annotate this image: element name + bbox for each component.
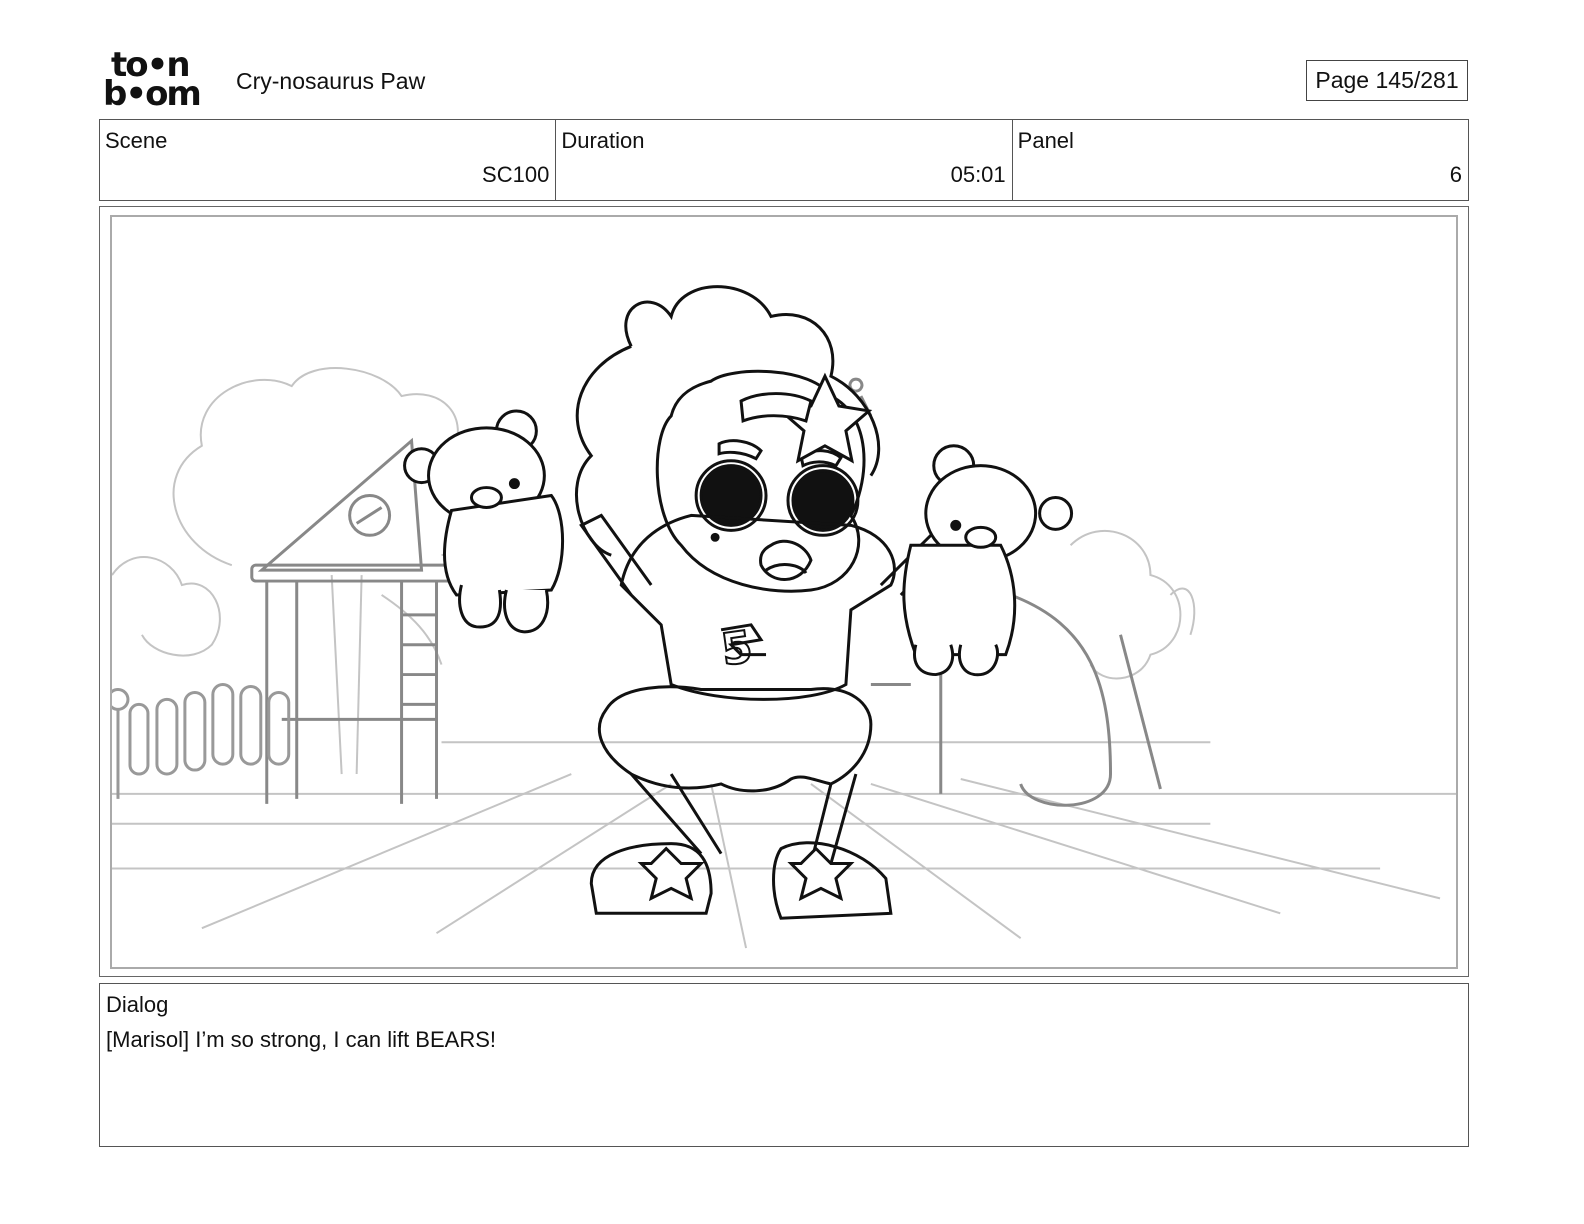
dialog-box: Dialog [Marisol] I’m so strong, I can li…	[99, 983, 1469, 1147]
storyboard-panel-drawing: 5	[110, 215, 1458, 969]
left-teddy-bear	[403, 409, 564, 634]
scene-cell: Scene SC100	[100, 120, 557, 200]
toonboom-logo: to•n b•om	[103, 48, 215, 114]
duration-label: Duration	[561, 128, 645, 153]
dialog-label: Dialog	[106, 992, 169, 1017]
duration-cell: Duration 05:01	[556, 120, 1013, 200]
project-title: Cry-nosaurus Paw	[236, 68, 426, 94]
duration-value: 05:01	[950, 162, 1006, 187]
dialog-text: [Marisol] I’m so strong, I can lift BEAR…	[106, 1027, 497, 1052]
panel-sketch: 5	[112, 285, 1456, 949]
scene-label: Scene	[105, 128, 168, 153]
fence	[112, 683, 291, 799]
scene-value: SC100	[482, 162, 550, 187]
logo-text-bottom: b•om	[103, 74, 202, 114]
right-teddy-bear	[902, 444, 1074, 677]
background-playground	[112, 367, 1456, 949]
storyboard-panel-frame: 5	[99, 206, 1469, 977]
panel-value: 6	[1449, 162, 1462, 187]
panel-cell: Panel 6	[1013, 120, 1468, 200]
panel-label: Panel	[1017, 128, 1074, 153]
page-indicator: Page 145/281	[1306, 60, 1468, 101]
jersey-number: 5	[718, 621, 755, 676]
panel-info-row: Scene SC100 Duration 05:01 Panel 6	[99, 119, 1469, 201]
